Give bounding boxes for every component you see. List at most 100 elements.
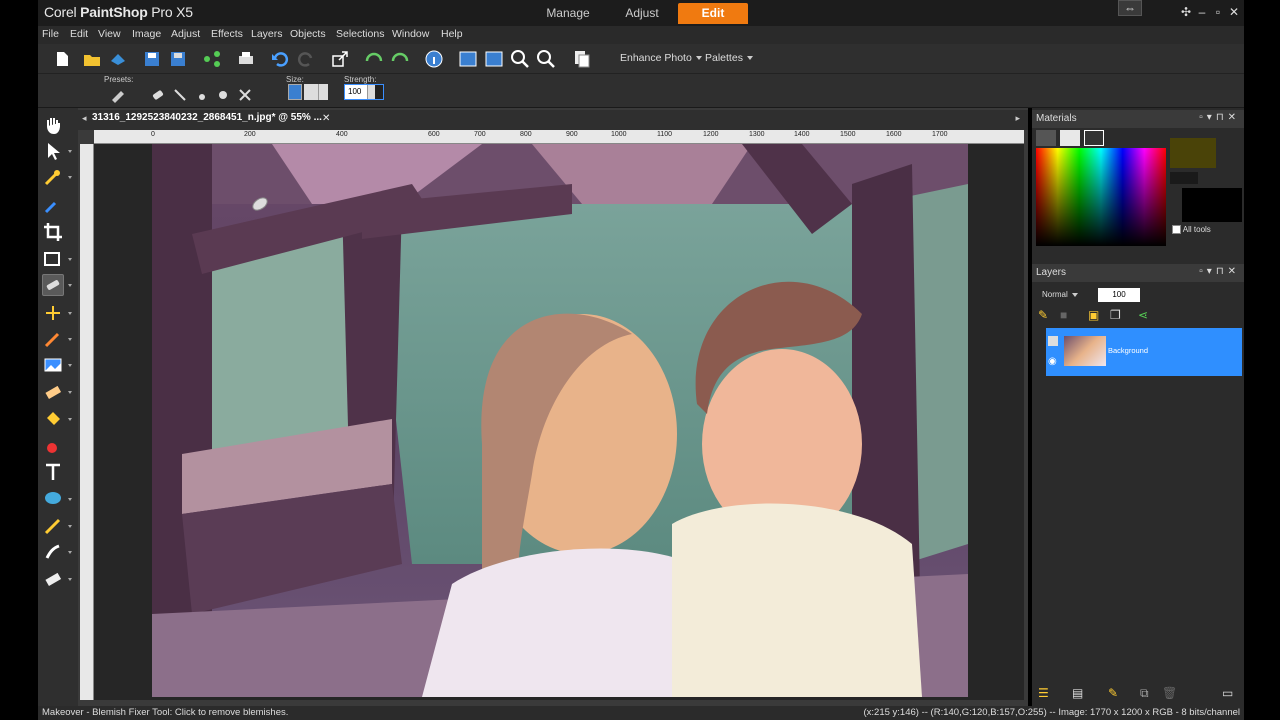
preset-shape-icon[interactable]	[42, 488, 64, 510]
tab-manage[interactable]: Manage	[534, 3, 602, 24]
panel-window-buttons[interactable]: ▫▾⊓✕	[1199, 112, 1240, 123]
menu-file[interactable]: File	[42, 28, 59, 40]
new-group-icon[interactable]: ▣	[1088, 308, 1099, 322]
panel-window-buttons[interactable]: ▫▾⊓✕	[1199, 266, 1240, 277]
dropper-icon[interactable]	[42, 194, 64, 216]
menu-selections[interactable]: Selections	[336, 28, 384, 40]
layer-row-background[interactable]: ◉ Background	[1046, 328, 1242, 376]
menu-effects[interactable]: Effects	[211, 28, 243, 40]
menu-help[interactable]: Help	[441, 28, 463, 40]
restore-window-icon[interactable]: ⇔	[1118, 0, 1142, 16]
tool-flyout-arrow[interactable]	[68, 258, 72, 261]
menu-adjust[interactable]: Adjust	[171, 28, 200, 40]
layer-brush-icon[interactable]: ✎	[1108, 686, 1118, 700]
save-icon[interactable]	[142, 49, 162, 69]
strength-input[interactable]: 100	[344, 84, 384, 100]
eye-drop-icon[interactable]	[194, 87, 210, 103]
suntan-icon[interactable]	[215, 87, 231, 103]
tab-adjust[interactable]: Adjust	[608, 3, 676, 24]
preset-brush-icon[interactable]	[110, 87, 126, 103]
layer-expand-icon[interactable]	[1048, 336, 1058, 346]
tool-flyout-arrow[interactable]	[68, 418, 72, 421]
picture-tube-icon[interactable]	[42, 354, 64, 376]
layer-options-icon[interactable]: ▭	[1222, 686, 1233, 700]
pan-hand-icon[interactable]	[42, 114, 64, 136]
rotate-right-icon[interactable]	[390, 49, 410, 69]
duplicate-layer-icon[interactable]: ❐	[1110, 308, 1121, 322]
tool-flyout-arrow[interactable]	[68, 578, 72, 581]
menu-edit[interactable]: Edit	[70, 28, 88, 40]
foreground-texture-swatch[interactable]	[1170, 172, 1198, 184]
browse-icon[interactable]	[108, 49, 128, 69]
enhance-photo-menu[interactable]: Enhance Photo	[620, 52, 702, 64]
fit-window-icon[interactable]	[484, 49, 504, 69]
tab-edit[interactable]: Edit	[678, 3, 748, 24]
menu-objects[interactable]: Objects	[290, 28, 326, 40]
menu-image[interactable]: Image	[132, 28, 161, 40]
makeover-tool-icon[interactable]	[42, 274, 64, 296]
maximize-icon[interactable]: ▫	[1210, 5, 1226, 19]
opacity-input[interactable]: 100	[1098, 288, 1140, 302]
zoom-in-icon[interactable]	[536, 49, 556, 69]
tool-flyout-arrow[interactable]	[68, 284, 72, 287]
tab-rainbow-icon[interactable]	[1060, 130, 1080, 146]
photo-image[interactable]	[152, 144, 968, 697]
tool-flyout-arrow[interactable]	[68, 364, 72, 367]
eraser-icon[interactable]	[42, 381, 64, 403]
tab-frame-icon[interactable]	[1036, 130, 1056, 146]
link-layer-icon[interactable]: ⋖	[1138, 308, 1148, 322]
size-stepper[interactable]	[288, 84, 328, 100]
close-icon[interactable]: ✕	[1226, 5, 1242, 19]
menu-window[interactable]: Window	[392, 28, 429, 40]
palettes-menu[interactable]: Palettes	[705, 52, 753, 64]
new-vector-layer-icon[interactable]: ■	[1060, 308, 1067, 322]
thinify-icon[interactable]	[237, 87, 253, 103]
tool-flyout-arrow[interactable]	[68, 551, 72, 554]
settings-icon[interactable]: ✣	[1178, 5, 1194, 19]
pen-tool-icon[interactable]	[42, 515, 64, 537]
tool-flyout-arrow[interactable]	[68, 150, 72, 153]
paint-brush-icon[interactable]	[42, 328, 64, 350]
layer-properties-icon[interactable]: ☰	[1038, 686, 1049, 700]
new-file-icon[interactable]	[52, 49, 72, 69]
background-color-swatch[interactable]	[1182, 188, 1242, 222]
document-tab[interactable]: 31316_1292523840232_2868451_n.jpg* @ 55%…	[92, 112, 322, 123]
layer-mask-icon[interactable]: ▤	[1072, 686, 1083, 700]
actual-size-icon[interactable]	[458, 49, 478, 69]
pick-arrow-icon[interactable]	[42, 140, 64, 162]
tool-flyout-arrow[interactable]	[68, 312, 72, 315]
tab-swatches-icon[interactable]	[1084, 130, 1104, 146]
magic-wand-icon[interactable]	[42, 166, 64, 188]
resize-icon[interactable]	[330, 49, 350, 69]
print-icon[interactable]	[236, 49, 256, 69]
undo-icon[interactable]	[270, 49, 290, 69]
visibility-eye-icon[interactable]: ◉	[1048, 356, 1057, 367]
flood-fill-icon[interactable]	[42, 408, 64, 430]
scroll-right-icon[interactable]: ▸	[1015, 113, 1020, 124]
open-folder-icon[interactable]	[82, 49, 102, 69]
layer-merge-icon[interactable]: ⧉	[1140, 686, 1149, 701]
rotate-left-icon[interactable]	[364, 49, 384, 69]
crop-icon[interactable]	[42, 221, 64, 243]
save-as-icon[interactable]	[168, 49, 188, 69]
tool-flyout-arrow[interactable]	[68, 498, 72, 501]
zoom-out-icon[interactable]	[510, 49, 530, 69]
all-tools-checkbox[interactable]: All tools	[1172, 225, 1211, 235]
copy-icon[interactable]	[572, 49, 592, 69]
straighten-icon[interactable]	[42, 248, 64, 270]
delete-layer-icon[interactable]: 🗑	[1162, 686, 1177, 700]
text-tool-icon[interactable]	[42, 461, 64, 483]
toothbrush-icon[interactable]	[172, 87, 188, 103]
scroll-left-icon[interactable]: ◂	[82, 113, 87, 124]
background-eraser-icon[interactable]	[42, 568, 64, 590]
foreground-color-swatch[interactable]	[1170, 138, 1216, 168]
menu-layers[interactable]: Layers	[251, 28, 283, 40]
tool-flyout-arrow[interactable]	[68, 525, 72, 528]
color-picker-spectrum[interactable]	[1036, 148, 1166, 246]
new-raster-layer-icon[interactable]: ✎	[1038, 308, 1048, 322]
close-document-icon[interactable]: ✕	[322, 113, 330, 124]
tool-flyout-arrow[interactable]	[68, 176, 72, 179]
share-icon[interactable]	[202, 49, 222, 69]
info-icon[interactable]	[424, 49, 444, 69]
tool-flyout-arrow[interactable]	[68, 391, 72, 394]
